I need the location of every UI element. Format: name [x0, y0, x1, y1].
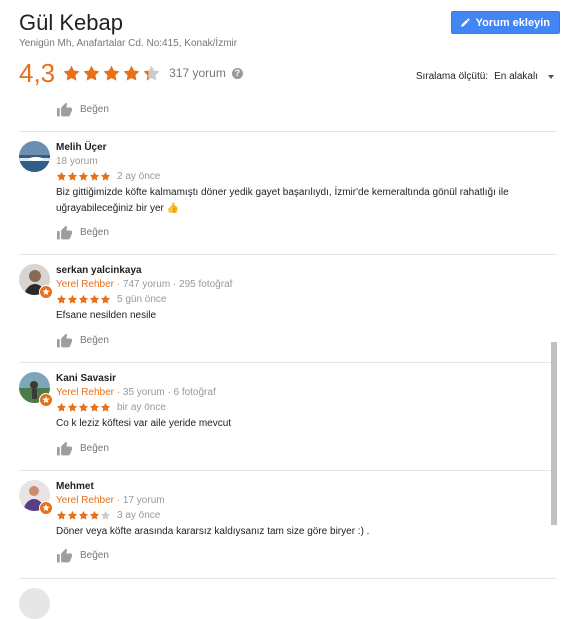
- rating-summary: 4,3 317 yorum ?: [19, 58, 243, 88]
- star-icon: [83, 65, 100, 81]
- sort-value: En alakalı: [494, 71, 538, 82]
- review-text: Döner veya köfte arasında kararsız kaldı…: [56, 526, 370, 537]
- local-guide-badge: [39, 501, 53, 515]
- review-stars: [56, 402, 111, 413]
- local-guide-label: Yerel Rehber: [56, 387, 115, 398]
- add-review-button[interactable]: Yorum ekleyin: [450, 11, 560, 34]
- like-label: Beğen: [80, 443, 109, 454]
- reviewer-meta: Yerel Rehber · 17 yorum: [56, 495, 165, 506]
- reviewer-meta: Yerel Rehber · 35 yorum · 6 fotoğraf: [56, 387, 216, 398]
- review-text: Biz gittiğimizde köfte kalmamıştı döner …: [56, 187, 509, 214]
- like-button[interactable]: Beğen: [56, 333, 109, 348]
- star-icon: [67, 294, 78, 304]
- star-icon: [100, 171, 111, 181]
- star-icon: [56, 402, 67, 412]
- review-text: Co k leziz köftesi var aile yeride mevcu…: [56, 418, 232, 429]
- thumbs-up-icon: [57, 441, 72, 456]
- reviewer-meta: Yerel Rehber · 747 yorum · 295 fotoğraf: [56, 279, 233, 290]
- star-icon: [67, 171, 78, 181]
- review-text: Efsane nesilden nesile: [56, 310, 157, 321]
- divider: [19, 131, 557, 132]
- local-guide-badge: [39, 393, 53, 407]
- like-label: Beğen: [80, 104, 109, 115]
- star-icon: [89, 510, 100, 520]
- review-date: 3 ay önce: [117, 510, 161, 521]
- review-stars: [56, 171, 111, 182]
- star-icon: [63, 65, 80, 81]
- local-guide-label: Yerel Rehber: [56, 495, 115, 506]
- avatar: [19, 588, 50, 619]
- like-button[interactable]: Beğen: [56, 441, 109, 456]
- reviewer-name[interactable]: Melih Üçer: [56, 141, 546, 154]
- like-button[interactable]: Beğen: [56, 548, 109, 563]
- star-icon: [89, 294, 100, 304]
- local-guide-badge: [39, 285, 53, 299]
- like-button[interactable]: Beğen: [56, 225, 109, 240]
- star-icon: [100, 402, 111, 412]
- star-icon: [56, 294, 67, 304]
- pencil-icon: [460, 18, 470, 27]
- star-icon: [103, 65, 120, 81]
- thumbs-up-icon: [57, 225, 72, 240]
- star-icon: [123, 65, 140, 81]
- divider: [19, 254, 557, 255]
- thumbs-up-icon: [57, 548, 72, 563]
- help-icon[interactable]: ?: [231, 67, 243, 79]
- star-icon: [100, 510, 111, 520]
- star-icon: [89, 402, 100, 412]
- review-stars: [56, 294, 111, 305]
- star-icon: [78, 510, 89, 520]
- star-icon: [67, 402, 78, 412]
- star-icon: [78, 402, 89, 412]
- like-label: Beğen: [80, 550, 109, 561]
- star-icon: [89, 171, 100, 181]
- thumbs-up-icon: [57, 333, 72, 348]
- divider: [19, 362, 557, 363]
- add-review-label: Yorum ekleyin: [475, 16, 550, 29]
- star-icon: [100, 294, 111, 304]
- reviewer-name[interactable]: Kani Savasir: [56, 372, 546, 385]
- reviewer-meta: 18 yorum: [56, 156, 98, 167]
- thumbs-up-icon: [57, 102, 72, 117]
- place-address: Yenigün Mh, Anafartalar Cd. No:415, Kona…: [19, 38, 238, 49]
- reviewer-name[interactable]: Mehmet: [56, 480, 546, 493]
- like-label: Beğen: [80, 227, 109, 238]
- chevron-down-icon: [548, 74, 554, 79]
- review-count[interactable]: 317 yorum: [169, 66, 226, 80]
- reviewer-name[interactable]: serkan yalcinkaya: [56, 264, 546, 277]
- review-date: 5 gün önce: [117, 294, 167, 305]
- rating-number: 4,3: [19, 58, 56, 88]
- like-label: Beğen: [80, 335, 109, 346]
- star-icon: [67, 510, 78, 520]
- avatar[interactable]: [19, 141, 50, 172]
- sort-dropdown[interactable]: Sıralama ölçütü: En alakalı: [416, 71, 554, 82]
- sort-label: Sıralama ölçütü:: [415, 71, 489, 82]
- scrollbar[interactable]: [551, 342, 557, 525]
- star-icon: [56, 510, 67, 520]
- like-button[interactable]: Beğen: [56, 102, 109, 117]
- star-icon: [78, 294, 89, 304]
- divider: [19, 470, 557, 471]
- rating-stars: [62, 64, 161, 83]
- review-date: bir ay önce: [117, 402, 166, 413]
- star-icon: [56, 171, 67, 181]
- review-date: 2 ay önce: [117, 171, 161, 182]
- divider: [19, 578, 557, 579]
- local-guide-label: Yerel Rehber: [56, 279, 115, 290]
- star-icon: [143, 65, 160, 81]
- star-icon: [78, 171, 89, 181]
- review-stars: [56, 510, 111, 521]
